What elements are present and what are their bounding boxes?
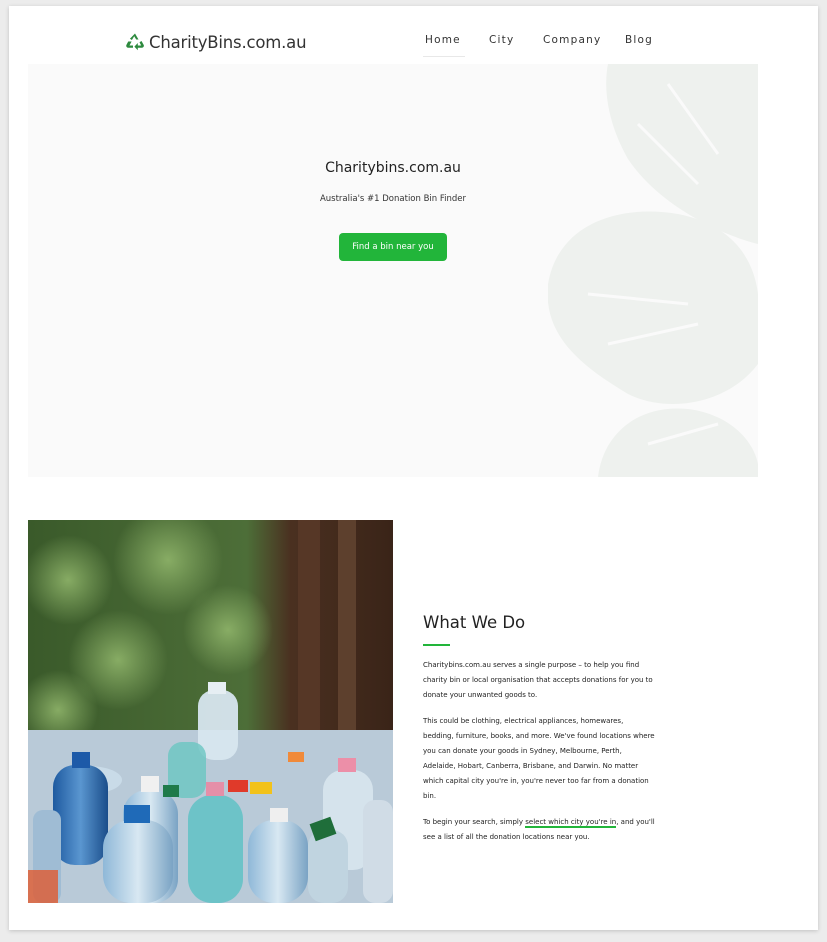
nav-blog[interactable]: Blog bbox=[625, 34, 653, 46]
plastic-bottles-image bbox=[28, 520, 393, 903]
what-we-do-body: Charitybins.com.au serves a single purpo… bbox=[423, 658, 655, 856]
page: CharityBins.com.au Home City Company Blo… bbox=[9, 6, 818, 930]
hero-subtitle: Australia's #1 Donation Bin Finder bbox=[319, 194, 467, 204]
find-bin-button[interactable]: Find a bin near you bbox=[339, 233, 447, 261]
nav-home[interactable]: Home bbox=[423, 34, 465, 57]
what-we-do-heading: What We Do bbox=[423, 613, 526, 632]
nav-city[interactable]: City bbox=[489, 34, 514, 46]
logo[interactable]: CharityBins.com.au bbox=[125, 32, 307, 52]
nav-company[interactable]: Company bbox=[543, 34, 601, 46]
hero-title: Charitybins.com.au bbox=[325, 160, 461, 176]
heading-underline bbox=[423, 644, 450, 646]
hero-section: Charitybins.com.au Australia's #1 Donati… bbox=[28, 64, 758, 477]
recycle-icon bbox=[126, 33, 144, 51]
monstera-leaf-decoration bbox=[548, 64, 758, 477]
select-city-link[interactable]: select which city you're in bbox=[525, 818, 617, 828]
logo-text: CharityBins.com.au bbox=[149, 32, 307, 52]
paragraph-3-start: To begin your search, simply bbox=[423, 818, 526, 826]
paragraph-1: Charitybins.com.au serves a single purpo… bbox=[423, 661, 653, 699]
paragraph-3: To begin your search, simply select whic… bbox=[423, 815, 655, 845]
paragraph-2: This could be clothing, electrical appli… bbox=[423, 717, 655, 800]
